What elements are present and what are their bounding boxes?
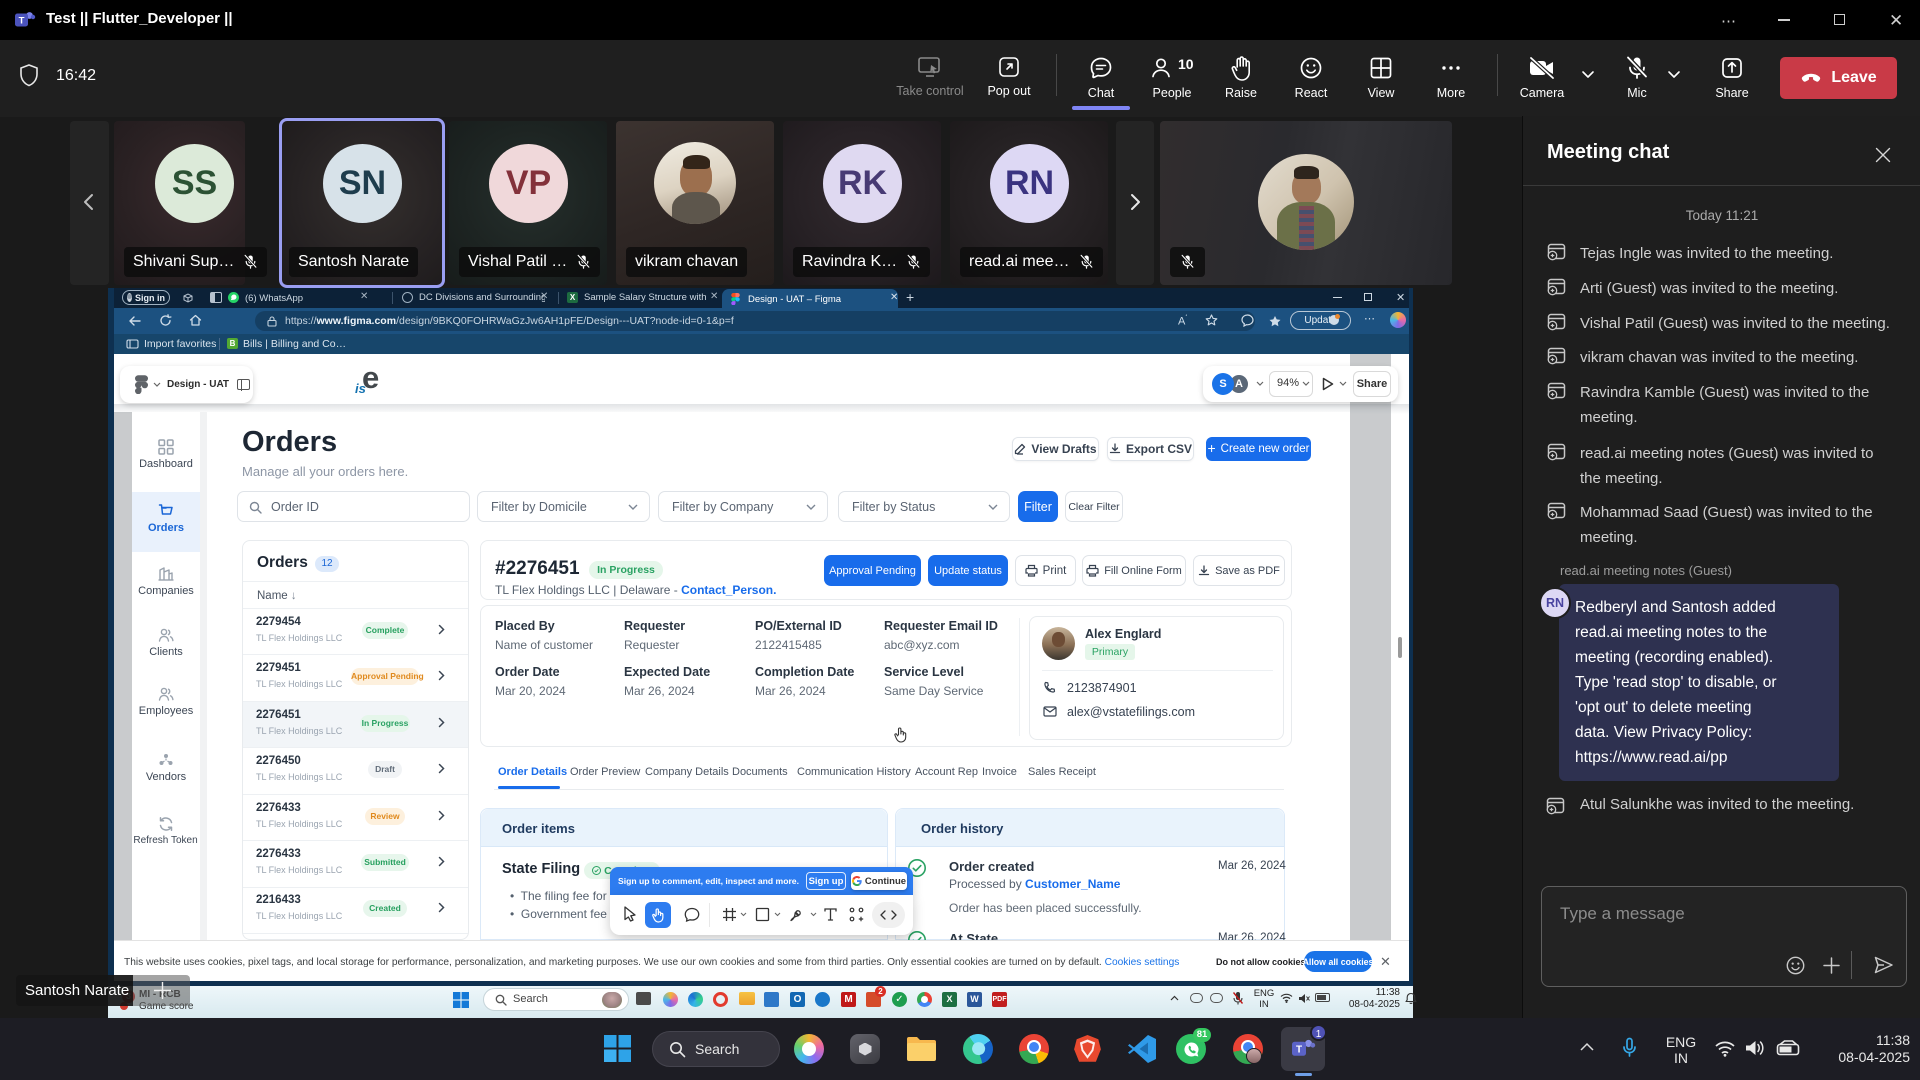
svg-text:T: T xyxy=(1296,1045,1302,1056)
svg-text:T: T xyxy=(19,16,25,27)
